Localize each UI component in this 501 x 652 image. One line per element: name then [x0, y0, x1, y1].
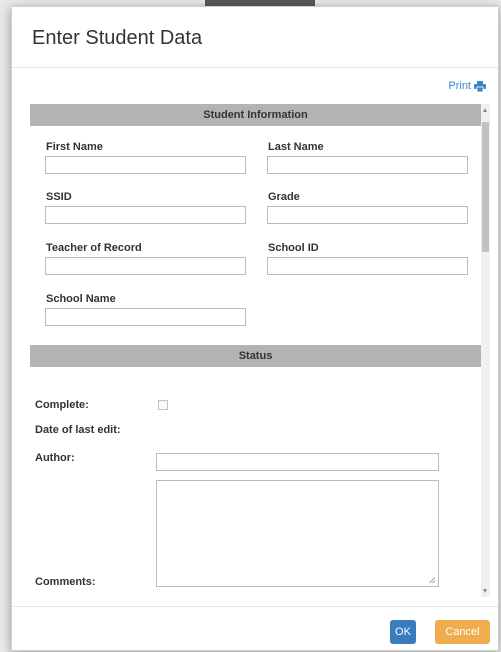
complete-label: Complete: — [35, 399, 89, 411]
author-input[interactable] — [156, 453, 439, 471]
scroll-up-arrow-icon[interactable] — [483, 108, 487, 112]
cancel-button[interactable]: Cancel — [435, 620, 490, 644]
school-name-label: School Name — [46, 293, 116, 305]
scroll-down-arrow-icon[interactable] — [483, 589, 487, 593]
student-information-header: Student Information — [30, 104, 481, 126]
first-name-label: First Name — [46, 141, 103, 153]
scrollbar-thumb[interactable] — [482, 122, 489, 252]
footer-divider — [12, 606, 498, 607]
comments-textarea[interactable] — [156, 480, 439, 587]
grade-label: Grade — [268, 191, 300, 203]
title-divider — [12, 67, 498, 68]
printer-icon — [474, 80, 486, 92]
textarea-resize-grip[interactable] — [429, 577, 435, 583]
print-label: Print — [448, 80, 471, 92]
teacher-of-record-label: Teacher of Record — [46, 242, 142, 254]
first-name-input[interactable] — [45, 156, 246, 174]
school-id-input[interactable] — [267, 257, 468, 275]
last-name-label: Last Name — [268, 141, 324, 153]
complete-checkbox[interactable] — [158, 400, 168, 410]
ssid-label: SSID — [46, 191, 72, 203]
status-header: Status — [30, 345, 481, 367]
form-scrollbar[interactable] — [481, 104, 490, 597]
grade-input[interactable] — [267, 206, 468, 224]
ssid-input[interactable] — [45, 206, 246, 224]
author-label: Author: — [35, 452, 75, 464]
date-of-last-edit-label: Date of last edit: — [35, 424, 121, 436]
form-scroll-area: Student Information First Name Last Name… — [30, 104, 481, 597]
enter-student-data-dialog: Enter Student Data Print Student Informa… — [11, 6, 499, 651]
teacher-of-record-input[interactable] — [45, 257, 246, 275]
comments-label: Comments: — [35, 576, 96, 588]
school-name-input[interactable] — [45, 308, 246, 326]
print-link[interactable]: Print — [448, 80, 486, 92]
dialog-title: Enter Student Data — [32, 27, 203, 49]
last-name-input[interactable] — [267, 156, 468, 174]
school-id-label: School ID — [268, 242, 319, 254]
ok-button[interactable]: OK — [390, 620, 416, 644]
